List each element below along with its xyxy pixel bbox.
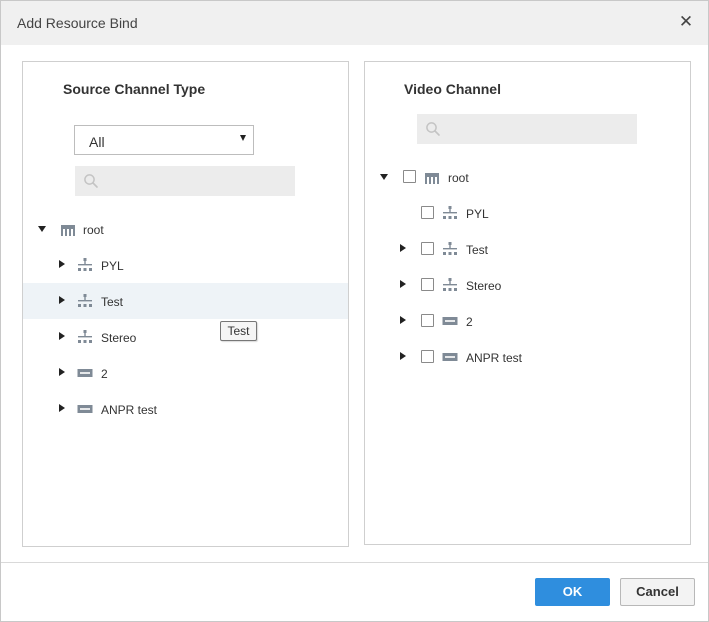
org-node-icon: [78, 294, 92, 307]
left-tree-item-anpr-test[interactable]: ANPR test: [23, 391, 348, 427]
right-tree-item-pyl[interactable]: PYL: [365, 195, 690, 231]
root-checkbox[interactable]: [403, 170, 416, 183]
tree-item-label: Stereo: [466, 279, 502, 293]
source-channel-type-title: Source Channel Type: [63, 81, 206, 97]
item-checkbox[interactable]: [421, 242, 434, 255]
footer-divider: [1, 562, 708, 563]
expand-arrow-icon[interactable]: [59, 404, 65, 412]
org-node-icon: [78, 258, 92, 271]
device-icon: [77, 405, 93, 413]
video-channel-panel: Video Channel root PYL Test Stereo 2 ANP…: [364, 61, 691, 545]
video-channel-title: Video Channel: [404, 81, 501, 97]
select-value: All: [89, 134, 105, 150]
org-root-icon: [425, 173, 439, 184]
tree-item-label: 2: [466, 315, 473, 329]
expand-arrow-icon[interactable]: [400, 352, 406, 360]
tree-item-label: ANPR test: [466, 351, 523, 365]
right-search-input[interactable]: [417, 114, 637, 144]
search-icon: [426, 122, 440, 136]
org-node-icon: [443, 242, 457, 255]
left-tree-item-test[interactable]: Test: [23, 283, 348, 319]
device-icon: [77, 369, 93, 377]
device-icon: [442, 353, 458, 361]
item-checkbox[interactable]: [421, 314, 434, 327]
cancel-button[interactable]: Cancel: [620, 578, 695, 606]
right-tree-root[interactable]: root: [365, 159, 690, 195]
org-node-icon: [78, 330, 92, 343]
right-tree-item-test[interactable]: Test: [365, 231, 690, 267]
expand-arrow-icon[interactable]: [400, 280, 406, 288]
right-tree-item-2[interactable]: 2: [365, 303, 690, 339]
source-channel-type-select[interactable]: All: [74, 125, 254, 155]
tree-root-label: root: [448, 171, 469, 185]
left-tree-root[interactable]: root: [23, 211, 348, 247]
tree-item-label: PYL: [466, 207, 489, 221]
expand-arrow-icon[interactable]: [59, 368, 65, 376]
tree-item-label: Test: [101, 295, 124, 309]
device-icon: [442, 317, 458, 325]
collapse-arrow-icon[interactable]: [38, 226, 46, 232]
tree-item-label: 2: [101, 367, 108, 381]
item-checkbox[interactable]: [421, 206, 434, 219]
org-node-icon: [443, 278, 457, 291]
add-resource-bind-dialog: Add Resource Bind ✕ Source Channel Type …: [0, 0, 709, 622]
expand-arrow-icon[interactable]: [400, 316, 406, 324]
right-tree-item-anpr-test[interactable]: ANPR test: [365, 339, 690, 375]
item-checkbox[interactable]: [421, 350, 434, 363]
caret-down-icon: [240, 135, 246, 141]
expand-arrow-icon[interactable]: [59, 260, 65, 268]
search-icon: [84, 174, 98, 188]
expand-arrow-icon[interactable]: [59, 296, 65, 304]
tree-item-label: ANPR test: [101, 403, 158, 417]
dialog-title: Add Resource Bind: [17, 15, 138, 31]
org-root-icon: [61, 225, 75, 236]
ok-button[interactable]: OK: [535, 578, 610, 606]
tree-root-label: root: [83, 223, 104, 237]
left-tree-item-stereo[interactable]: Stereo: [23, 319, 348, 355]
tree-item-label: PYL: [101, 259, 124, 273]
expand-arrow-icon[interactable]: [59, 332, 65, 340]
left-search-input[interactable]: [75, 166, 295, 196]
org-node-icon: [443, 206, 457, 219]
expand-arrow-icon[interactable]: [400, 244, 406, 252]
left-tree-item-pyl[interactable]: PYL: [23, 247, 348, 283]
right-tree-item-stereo[interactable]: Stereo: [365, 267, 690, 303]
close-icon[interactable]: ✕: [678, 13, 694, 31]
tree-item-label: Stereo: [101, 331, 137, 345]
source-channel-panel: Source Channel Type All root PYL Test St…: [22, 61, 349, 547]
dialog-titlebar: Add Resource Bind ✕: [1, 1, 708, 45]
tooltip: Test: [220, 321, 257, 341]
tree-item-label: Test: [466, 243, 489, 257]
left-tree-item-2[interactable]: 2: [23, 355, 348, 391]
item-checkbox[interactable]: [421, 278, 434, 291]
collapse-arrow-icon[interactable]: [380, 174, 388, 180]
